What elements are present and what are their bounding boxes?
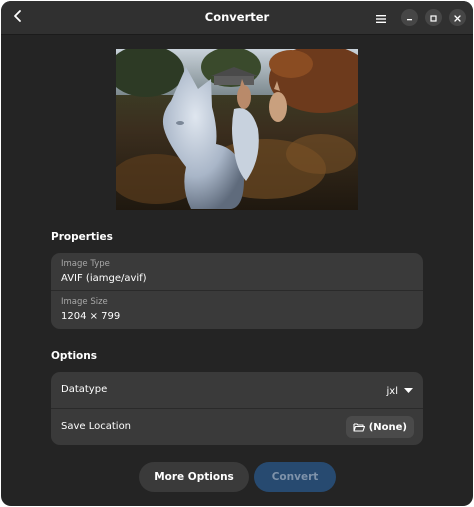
save-location-button[interactable]: (None) <box>345 416 414 438</box>
close-button[interactable] <box>449 9 466 26</box>
minimize-button[interactable] <box>401 9 418 26</box>
folder-open-icon <box>353 422 365 432</box>
image-type-value: AVIF (iamge/avif) <box>61 273 147 284</box>
close-icon <box>453 8 462 27</box>
save-location-value: (None) <box>368 421 407 433</box>
datatype-dropdown[interactable]: jxl <box>387 382 413 400</box>
save-location-label: Save Location <box>61 421 132 432</box>
main-menu-button[interactable] <box>370 7 392 29</box>
convert-button[interactable]: Convert <box>254 462 336 492</box>
properties-section-title: Properties <box>51 231 113 243</box>
converter-window: Converter Properties Image Type AVIF (ia… <box>1 1 473 506</box>
back-button[interactable] <box>7 5 29 29</box>
hamburger-menu-icon <box>375 9 387 28</box>
dropdown-arrow-icon <box>404 388 413 394</box>
image-size-row: Image Size 1204 × 799 <box>51 291 423 329</box>
back-arrow-icon <box>12 8 24 27</box>
image-size-label: Image Size <box>61 297 108 307</box>
minimize-icon <box>405 8 414 27</box>
image-size-value: 1204 × 799 <box>61 311 121 322</box>
image-type-label: Image Type <box>61 259 110 269</box>
more-options-button[interactable]: More Options <box>139 462 249 492</box>
maximize-button[interactable] <box>425 9 442 26</box>
image-preview-picture <box>116 49 358 210</box>
save-location-row: Save Location (None) <box>51 409 423 445</box>
datatype-value: jxl <box>386 385 398 397</box>
maximize-icon <box>429 8 438 27</box>
header-bar: Converter <box>1 1 473 35</box>
datatype-label: Datatype <box>61 384 108 395</box>
image-preview <box>116 49 358 210</box>
image-type-row: Image Type AVIF (iamge/avif) <box>51 253 423 291</box>
options-card: Datatype jxl Save Location (None) <box>51 372 423 445</box>
datatype-row[interactable]: Datatype jxl <box>51 372 423 409</box>
options-section-title: Options <box>51 350 97 362</box>
properties-card: Image Type AVIF (iamge/avif) Image Size … <box>51 253 423 329</box>
